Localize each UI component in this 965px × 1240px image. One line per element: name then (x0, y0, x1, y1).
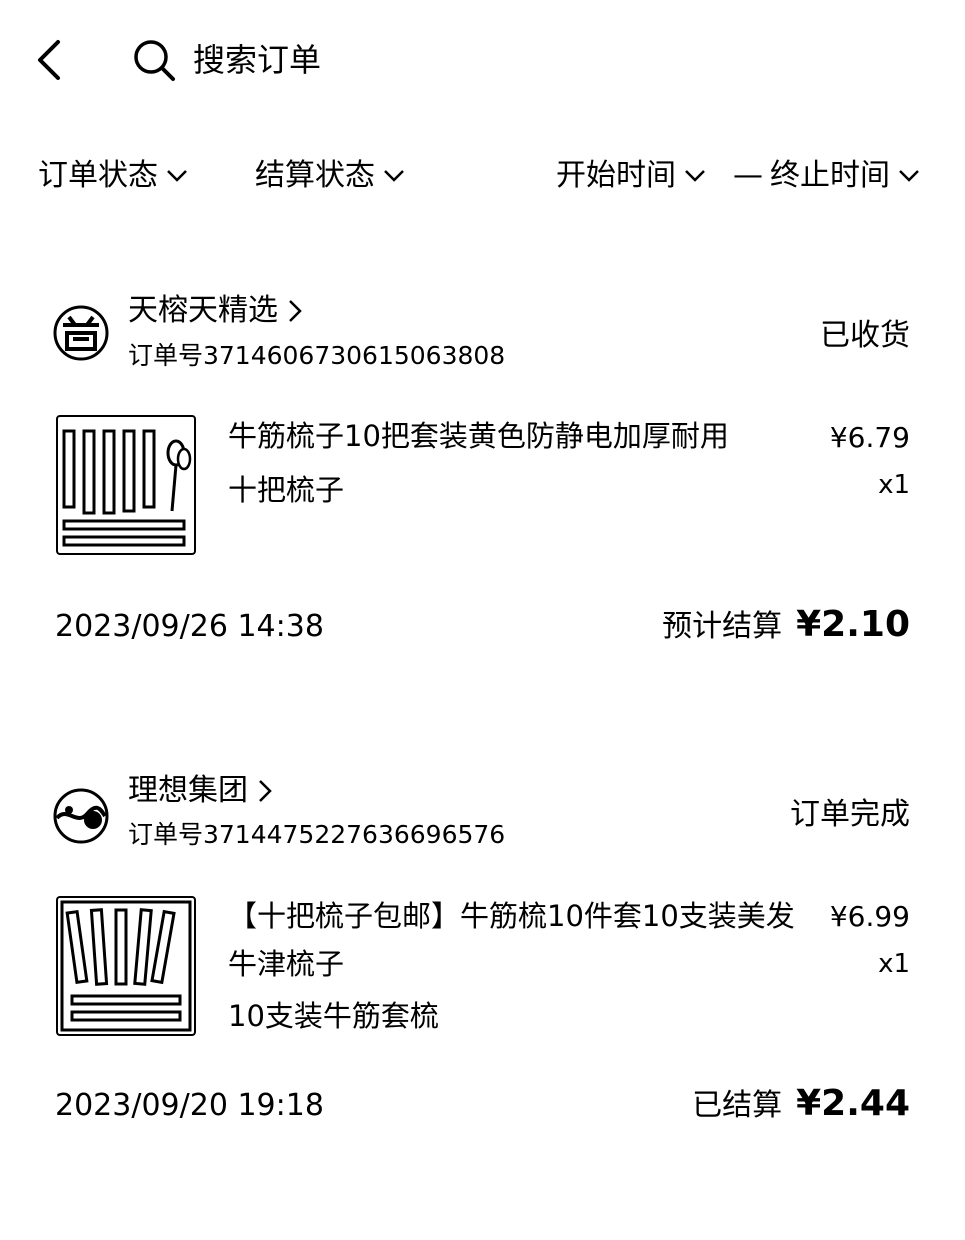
product-sku: 十把梳子 (228, 473, 345, 507)
chevron-down-icon (384, 170, 404, 182)
settle-status-filter[interactable]: 结算状态 (255, 155, 405, 197)
settlement-label: 已结算 (692, 1088, 783, 1123)
order-number: 订单号3714475227636696576 (128, 820, 506, 849)
product-title[interactable]: 【十把梳子包邮】牛筋梳10件套10支装美发牛津梳子 (228, 892, 803, 988)
order-status-filter[interactable]: 订单状态 (38, 155, 188, 197)
product-price: ¥6.79 (829, 421, 910, 454)
settlement-amount: ¥2.10 (796, 604, 910, 645)
chevron-left-icon (38, 40, 60, 80)
settlement-info: 预计结算 ¥2.10 (510, 604, 910, 648)
store-name: 天榕天精选 (128, 293, 278, 328)
product-quantity: x1 (878, 949, 910, 979)
settlement-info: 已结算 ¥2.44 (510, 1083, 910, 1127)
store-link[interactable]: 理想集团 (128, 771, 272, 811)
product-thumbnail[interactable] (56, 896, 196, 1036)
chevron-down-icon (167, 170, 187, 182)
settle-status-label: 结算状态 (255, 158, 375, 193)
chevron-down-icon (685, 170, 705, 182)
chevron-right-icon (259, 780, 272, 802)
product-thumbnail[interactable] (56, 415, 196, 555)
chevron-right-icon (289, 300, 302, 322)
start-time-filter[interactable]: 开始时间 (556, 155, 706, 197)
search-input[interactable]: 搜索订单 (193, 38, 321, 82)
search-icon[interactable] (132, 38, 176, 82)
store-link[interactable]: 天榕天精选 (128, 291, 302, 331)
chevron-down-icon (899, 170, 919, 182)
start-time-label: 开始时间 (556, 158, 676, 193)
order-status-label: 订单状态 (38, 158, 158, 193)
end-time-filter[interactable]: 终止时间 (770, 155, 920, 197)
store-logo (53, 305, 109, 361)
product-price: ¥6.99 (829, 900, 910, 933)
date-range-separator: — (733, 158, 763, 193)
order-time: 2023/09/20 19:18 (55, 1088, 324, 1123)
back-button[interactable] (30, 38, 70, 82)
settlement-amount: ¥2.44 (796, 1083, 910, 1124)
order-number: 订单号3714606730615063808 (128, 341, 506, 370)
end-time-label: 终止时间 (770, 158, 890, 193)
store-logo (53, 788, 109, 844)
order-status: 已收货 (820, 318, 910, 353)
order-time: 2023/09/26 14:38 (55, 609, 324, 644)
store-name: 理想集团 (128, 773, 248, 808)
product-title[interactable]: 牛筋梳子10把套装黄色防静电加厚耐用 (228, 412, 803, 460)
product-sku: 10支装牛筋套梳 (228, 999, 439, 1033)
product-quantity: x1 (878, 470, 910, 500)
order-status: 订单完成 (790, 797, 910, 832)
settlement-label: 预计结算 (662, 609, 783, 644)
